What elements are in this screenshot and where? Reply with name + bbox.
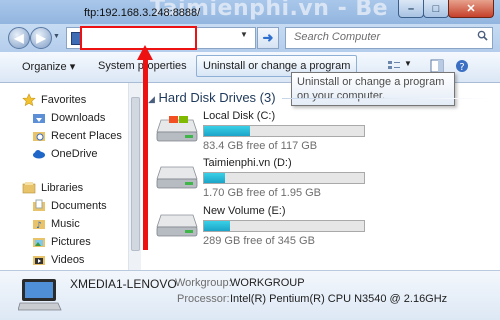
details-pane: XMEDIA1-LENOVO Workgroup: WORKGROUP Proc… — [0, 270, 500, 320]
annotation-arrow-line — [143, 58, 148, 250]
videos-icon — [33, 256, 45, 265]
processor-label: Processor: — [177, 293, 230, 305]
nav-label: Libraries — [41, 182, 84, 194]
drive-item[interactable]: New Volume (E:) 289 GB free of 345 GB — [155, 205, 485, 255]
svg-text:?: ? — [459, 62, 464, 73]
computer-name: XMEDIA1-LENOVO — [70, 277, 177, 291]
music-icon: ♪ — [33, 220, 45, 231]
view-dropdown-icon[interactable]: ▼ — [404, 59, 412, 68]
drive-item[interactable]: Taimienphi.vn (D:) 1.70 GB free of 1.95 G… — [155, 157, 485, 207]
svg-text:♪: ♪ — [36, 221, 42, 231]
help-icon[interactable]: ? — [455, 59, 469, 73]
drive-usage-bar — [203, 125, 365, 137]
downloads-folder-icon — [33, 114, 45, 123]
drive-item[interactable]: Local Disk (C:) 83.4 GB free of 117 GB — [155, 110, 485, 160]
cloud-icon — [33, 150, 45, 159]
nav-label: Documents — [51, 200, 107, 212]
address-dropdown-icon[interactable]: ▼ — [240, 30, 248, 39]
drive-free-space: 83.4 GB free of 117 GB — [203, 140, 318, 152]
recent-pages-dropdown[interactable]: ▼ — [53, 33, 60, 40]
drive-name: New Volume (E:) — [203, 205, 286, 217]
documents-icon — [33, 199, 45, 211]
drive-usage-bar — [203, 172, 365, 184]
title-bar: Taimienphi.vn - Be – □ ✕ — [0, 0, 500, 24]
computer-icon — [18, 279, 62, 311]
search-box[interactable]: Search Computer — [285, 27, 493, 49]
drive-free-space: 289 GB free of 345 GB — [203, 235, 315, 247]
drive-name: Local Disk (C:) — [203, 110, 276, 122]
nav-label: Recent Places — [51, 130, 122, 142]
hard-drive-icon — [156, 214, 198, 237]
drive-free-space: 1.70 GB free of 1.95 GB — [203, 187, 322, 199]
processor-value: Intel(R) Pentium(R) CPU N3540 @ 2.16GHz — [230, 293, 448, 305]
nav-label: OneDrive — [51, 148, 98, 160]
search-input[interactable]: Search Computer — [294, 31, 380, 43]
workgroup-label: Workgroup: — [175, 277, 232, 289]
maximize-button[interactable]: □ — [423, 0, 449, 18]
tooltip: Uninstall or change a program on your co… — [291, 72, 455, 106]
back-arrow-icon: ◀ — [14, 31, 24, 45]
preview-pane-icon[interactable] — [430, 59, 444, 73]
address-input[interactable]: ftp:192.168.3.248:8888/ — [84, 7, 200, 19]
close-button[interactable]: ✕ — [448, 0, 494, 18]
pictures-icon — [33, 238, 45, 247]
drive-name: Taimienphi.vn (D:) — [203, 157, 292, 169]
drive-usage-fill — [204, 173, 225, 183]
workgroup-value: WORKGROUP — [230, 277, 305, 289]
nav-label: Videos — [51, 254, 85, 266]
drive-usage-fill — [204, 126, 251, 136]
nav-label: Pictures — [51, 236, 91, 248]
drive-usage-fill — [204, 221, 230, 231]
navigation-pane: Favorites Downloads Recent Places OneDri… — [0, 83, 128, 270]
nav-scrollbar-thumb[interactable] — [131, 97, 140, 251]
go-button[interactable]: ➜ — [257, 27, 279, 49]
group-title: Hard Disk Drives (3) — [158, 90, 276, 105]
nav-scrollbar[interactable] — [128, 83, 141, 270]
magnifier-icon — [477, 30, 488, 41]
back-button[interactable]: ◀ — [8, 27, 30, 49]
nav-label: Music — [51, 218, 80, 230]
forward-button[interactable]: ▶ — [30, 27, 52, 49]
hard-drive-icon — [156, 116, 198, 142]
organize-button[interactable]: Organize ▾ — [22, 60, 75, 73]
go-arrow-icon: ➜ — [262, 30, 274, 45]
nav-label: Favorites — [41, 94, 87, 106]
collapse-triangle-icon[interactable]: ◢ — [148, 94, 155, 104]
libraries-icon — [22, 182, 36, 194]
star-icon — [22, 93, 36, 107]
group-divider — [282, 98, 492, 99]
minimize-button[interactable]: – — [398, 0, 424, 18]
nav-label: Downloads — [51, 112, 106, 124]
change-view-icon[interactable] — [387, 59, 401, 73]
forward-arrow-icon: ▶ — [36, 31, 46, 45]
hard-drive-icon — [156, 166, 198, 189]
recent-places-icon — [33, 132, 45, 141]
drive-usage-bar — [203, 220, 365, 232]
group-header[interactable]: ◢ Hard Disk Drives (3) — [148, 90, 276, 105]
